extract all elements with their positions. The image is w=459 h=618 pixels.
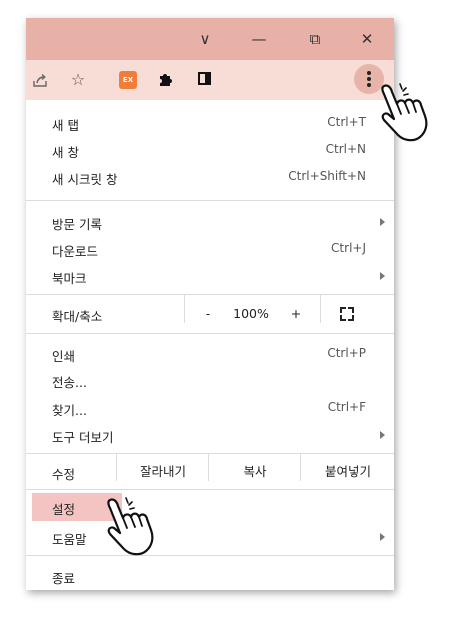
menu-item-cast[interactable]: 전송... (26, 367, 394, 393)
toolbar: ☆ EX (26, 60, 394, 100)
screenshot-stage: ∨ — ⧉ ✕ ☆ EX 새 탭 Ctrl+T 새 창 Ctrl+N 새 시크릿… (0, 0, 459, 618)
submenu-arrow-icon (380, 218, 385, 226)
puzzle-icon[interactable] (153, 68, 177, 92)
menu-item-label: 찾기... (52, 403, 87, 418)
menu-item-label: 종료 (52, 571, 76, 586)
menu-item-shortcut: Ctrl+N (325, 142, 366, 156)
menu-item-label: 전송... (52, 375, 87, 390)
menu-item-label: 인쇄 (52, 349, 76, 364)
menu-item-shortcut: Ctrl+Shift+N (288, 169, 366, 183)
menu-item-shortcut: Ctrl+P (327, 346, 366, 360)
menu-item-incognito[interactable]: 새 시크릿 창 Ctrl+Shift+N (26, 164, 394, 190)
cut-button[interactable]: 잘라내기 (118, 459, 208, 485)
menu-row-zoom: 확대/축소 - 100% + (26, 295, 394, 327)
menu-item-new-tab[interactable]: 새 탭 Ctrl+T (26, 110, 394, 136)
fullscreen-icon[interactable] (340, 307, 354, 321)
menu-item-label: 방문 기록 (52, 217, 102, 232)
menu-item-shortcut: Ctrl+T (327, 115, 366, 129)
menu-separator (26, 555, 394, 556)
minimize-button[interactable]: — (246, 27, 272, 51)
menu-item-new-window[interactable]: 새 창 Ctrl+N (26, 137, 394, 163)
menu-item-more-tools[interactable]: 도구 더보기 (26, 422, 394, 448)
menu-cell-divider (208, 453, 209, 481)
submenu-arrow-icon (380, 431, 385, 439)
zoom-level-value: 100% (233, 306, 269, 321)
zoom-in-button[interactable]: + (284, 301, 308, 327)
menu-item-label: 새 시크릿 창 (52, 172, 118, 187)
menu-item-bookmarks[interactable]: 북마크 (26, 263, 394, 289)
menu-item-label: 새 창 (52, 145, 79, 160)
pointer-hand-icon (107, 497, 154, 556)
menu-cell-divider (300, 453, 301, 481)
menu-item-label: 도구 더보기 (52, 430, 114, 445)
submenu-arrow-icon (380, 533, 385, 541)
restore-button[interactable]: ⧉ (302, 27, 328, 51)
edit-label: 수정 (52, 467, 76, 482)
star-icon[interactable]: ☆ (66, 68, 90, 92)
share-icon[interactable] (28, 68, 52, 92)
menu-item-print[interactable]: 인쇄 Ctrl+P (26, 341, 394, 367)
menu-item-downloads[interactable]: 다운로드 Ctrl+J (26, 236, 394, 262)
pointer-hand-icon (381, 83, 428, 142)
copy-button[interactable]: 복사 (210, 459, 300, 485)
title-bar: ∨ — ⧉ ✕ (26, 18, 394, 60)
menu-item-label: 설정 (52, 502, 76, 517)
menu-cell-divider (116, 453, 117, 481)
menu-item-label: 새 탭 (52, 118, 79, 133)
menu-separator (26, 489, 394, 490)
menu-separator (26, 453, 394, 454)
menu-item-label: 도움말 (52, 532, 87, 547)
menu-item-settings[interactable]: 설정 (26, 494, 394, 520)
paste-button[interactable]: 붙여넣기 (302, 459, 394, 485)
tab-search-chevron-icon[interactable]: ∨ (192, 27, 218, 51)
menu-separator (26, 200, 394, 201)
menu-separator (26, 333, 394, 334)
menu-item-shortcut: Ctrl+J (331, 241, 366, 255)
menu-separator (26, 294, 394, 295)
zoom-out-button[interactable]: - (196, 301, 220, 327)
menu-item-find[interactable]: 찾기... Ctrl+F (26, 395, 394, 421)
chrome-menu: 새 탭 Ctrl+T 새 창 Ctrl+N 새 시크릿 창 Ctrl+Shift… (26, 100, 394, 590)
side-panel-icon[interactable] (198, 72, 211, 85)
extension-ex-icon[interactable]: EX (119, 71, 137, 89)
zoom-label: 확대/축소 (52, 309, 103, 324)
submenu-arrow-icon (380, 272, 385, 280)
menu-item-help[interactable]: 도움말 (26, 524, 394, 550)
menu-item-history[interactable]: 방문 기록 (26, 209, 394, 235)
close-button[interactable]: ✕ (354, 27, 380, 51)
menu-row-edit: 수정 잘라내기 복사 붙여넣기 (26, 453, 394, 485)
menu-item-label: 북마크 (52, 271, 87, 286)
browser-window: ∨ — ⧉ ✕ ☆ EX 새 탭 Ctrl+T 새 창 Ctrl+N 새 시크릿… (26, 18, 394, 590)
menu-item-shortcut: Ctrl+F (327, 400, 366, 414)
menu-cell-divider (320, 295, 321, 323)
menu-item-label: 다운로드 (52, 244, 99, 259)
menu-item-exit[interactable]: 종료 (26, 563, 394, 589)
menu-cell-divider (184, 295, 185, 323)
